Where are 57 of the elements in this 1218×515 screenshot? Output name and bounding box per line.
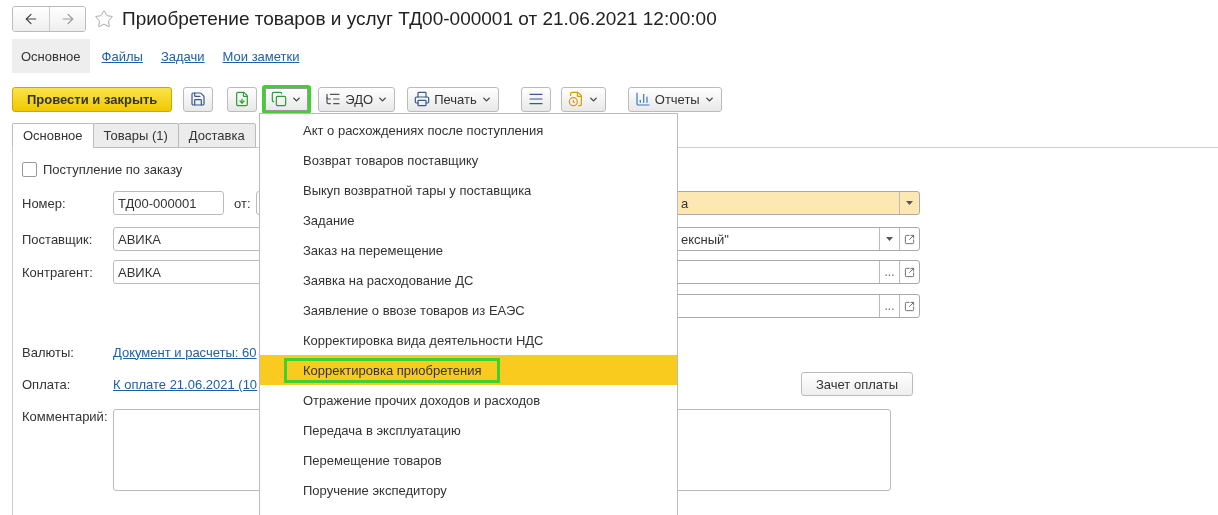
list-icon <box>325 91 342 107</box>
toolbar-button[interactable] <box>520 86 551 112</box>
toolbar-button[interactable] <box>183 86 214 112</box>
currency-link[interactable]: Документ и расчеты: 60 <box>113 344 257 360</box>
offset-payment-button[interactable]: Зачет оплаты <box>800 372 913 396</box>
document-arrow-icon <box>234 91 251 107</box>
back-icon <box>23 11 39 27</box>
field-label: Контрагент: <box>22 264 94 280</box>
toolbar-menu-button[interactable] <box>262 84 312 114</box>
toolbar-menu-button[interactable] <box>560 86 606 112</box>
chart-icon <box>634 91 651 107</box>
open-icon <box>904 300 915 312</box>
forward-button[interactable] <box>49 7 85 31</box>
menu-item[interactable]: Акт о расхождениях после поступления <box>260 115 677 145</box>
form-tab[interactable]: Основное <box>12 123 94 148</box>
payment-link[interactable]: К оплате 21.06.2021 (10 <box>113 376 258 392</box>
toolbar-menu-button[interactable]: Печать <box>407 86 499 112</box>
caret-icon <box>886 237 893 241</box>
checkbox[interactable] <box>22 161 37 177</box>
back-button[interactable] <box>13 7 49 31</box>
toolbar-button[interactable] <box>227 86 258 112</box>
field-label: Комментарий: <box>22 409 109 426</box>
input-field[interactable]: ТД00-000001 <box>113 191 224 215</box>
document-clock-icon <box>567 91 584 107</box>
form-tab[interactable]: Товары (1) <box>92 123 179 148</box>
menu-item[interactable]: Передача в эксплуатацию <box>260 415 677 445</box>
star-icon[interactable] <box>94 9 114 29</box>
select-button[interactable]: ... <box>879 261 899 283</box>
post-and-close-button[interactable]: Провести и закрыть <box>12 86 173 112</box>
nav-tab[interactable]: Файлы <box>92 39 152 73</box>
select-button[interactable]: ... <box>879 295 899 317</box>
caret-icon <box>906 201 913 205</box>
menu-item[interactable]: Перемещение товаров <box>260 445 677 475</box>
save-icon <box>190 91 207 107</box>
open-icon <box>904 266 915 278</box>
menu-item[interactable]: Корректировка вида деятельности НДС <box>260 325 677 355</box>
field-label: Валюты: <box>22 344 75 360</box>
field-label: от: <box>234 195 251 211</box>
window-title: Приобретение товаров и услуг ТД00-000001 от 21.06.2021 12:00:00 <box>122 8 717 30</box>
nav-tab[interactable]: Основное <box>12 39 90 73</box>
menu-item[interactable]: Возврат товаров поставщику <box>260 145 677 175</box>
open-icon <box>904 233 915 245</box>
checkbox-label: Поступление по заказу <box>43 161 183 177</box>
field-label: Номер: <box>22 195 67 211</box>
menu-item[interactable]: Отражение прочих доходов и расходов <box>260 385 677 415</box>
field-label: Оплата: <box>22 376 72 392</box>
nav-tab[interactable]: Задачи <box>151 39 214 73</box>
menu-item[interactable]: Корректировка приобретения <box>260 355 677 385</box>
printer-icon <box>414 91 431 107</box>
form-tab[interactable]: Доставка <box>177 123 256 148</box>
field-label: Поставщик: <box>22 231 94 247</box>
menu-item[interactable]: Поручение экспедитору <box>260 475 677 505</box>
nav-tab[interactable]: Мои заметки <box>213 39 309 73</box>
toolbar-menu-button[interactable]: ЭДО <box>318 86 396 112</box>
toolbar-menu-button[interactable]: Отчеты <box>627 86 722 112</box>
list-icon <box>527 91 544 107</box>
copy-document-icon <box>271 91 288 107</box>
